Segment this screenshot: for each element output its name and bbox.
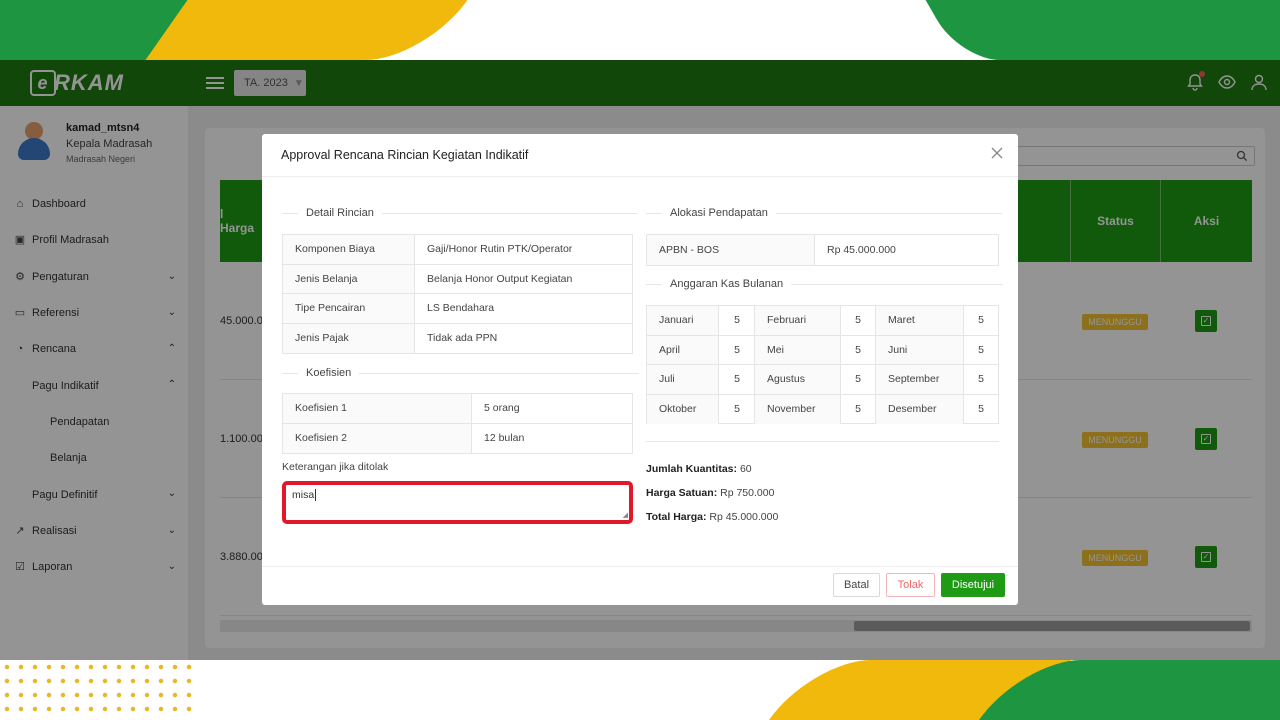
section-detail-rincian: Detail Rincian <box>282 207 637 219</box>
approval-modal: Approval Rencana Rincian Kegiatan Indika… <box>262 134 1018 605</box>
month-value: 5 <box>841 394 876 424</box>
month-name: September <box>876 365 964 394</box>
month-value: 5 <box>978 403 984 416</box>
month-value: 5 <box>978 343 984 356</box>
month-value: 5 <box>719 365 755 394</box>
detail-rincian-table: Komponen Biaya Gaji/Honor Rutin PTK/Opera… <box>282 234 633 354</box>
koefisien-row: Koefisien 2 12 bulan <box>283 423 632 453</box>
month-name: April <box>647 335 719 364</box>
modal-title: Approval Rencana Rincian Kegiatan Indika… <box>281 148 529 162</box>
monthly-budget-grid: Januari 5 Februari 5 Maret 5 April 5 Mei… <box>646 305 999 424</box>
modal-footer-divider <box>262 566 1018 567</box>
section-alokasi-pendapatan: Alokasi Pendapatan <box>646 207 1002 219</box>
koefisien-table: Koefisien 15 orang Koefisien 2 12 bulan <box>282 393 633 454</box>
close-icon[interactable] <box>990 146 1004 160</box>
decorative-top-banner <box>0 0 1280 60</box>
month-value: 5 <box>719 335 755 364</box>
cancel-button[interactable]: Batal <box>833 573 880 597</box>
detail-row: Jenis Belanja Belanja Honor Output Kegiat… <box>283 264 632 294</box>
month-value: 5 <box>719 394 755 424</box>
month-name: Maret <box>876 306 964 335</box>
section-koefisien: Koefisien <box>282 367 640 379</box>
rejection-note-textarea[interactable]: misa ◢ <box>282 481 633 524</box>
detail-row: Komponen Biaya Gaji/Honor Rutin PTK/Opera… <box>283 235 632 265</box>
month-name: Juli <box>647 365 719 394</box>
month-value: 5 <box>841 365 876 394</box>
month-value: 5 <box>841 306 876 335</box>
rejection-note-label: Keterangan jika ditolak <box>282 461 389 473</box>
detail-row: Tipe Pencairan LS Bendahara <box>283 294 632 324</box>
month-name: Januari <box>647 306 719 335</box>
month-value: 5 <box>841 335 876 364</box>
summary-divider <box>646 441 999 442</box>
section-anggaran-kas-bulanan: Anggaran Kas Bulanan <box>646 278 1004 290</box>
summary-unit-price: Harga Satuan: Rp 750.000 <box>646 487 775 499</box>
approve-button[interactable]: Disetujui <box>941 573 1005 597</box>
month-row: Januari 5 Februari 5 Maret 5 <box>647 306 998 336</box>
month-value: 5 <box>978 373 984 386</box>
month-row: April 5 Mei 5 Juni 5 <box>647 335 998 365</box>
alokasi-table: APBN - BOS Rp 45.000.000 <box>646 234 999 266</box>
summary-total-price: Total Harga: Rp 45.000.000 <box>646 511 779 523</box>
month-row: Oktober 5 November 5 Desember 5 <box>647 394 998 424</box>
month-name: Mei <box>755 335 841 364</box>
month-name: November <box>755 394 841 424</box>
month-name: Oktober <box>647 394 719 424</box>
month-name: Juni <box>876 335 964 364</box>
summary-quantity: Jumlah Kuantitas: 60 <box>646 463 752 475</box>
koefisien-row: Koefisien 15 orang <box>283 394 632 424</box>
resize-handle-icon[interactable]: ◢ <box>623 511 628 519</box>
modal-header-divider <box>262 176 1018 177</box>
month-value: 5 <box>978 314 984 327</box>
month-row: Juli 5 Agustus 5 September 5 <box>647 365 998 395</box>
month-value: 5 <box>719 306 755 335</box>
reject-button[interactable]: Tolak <box>886 573 935 597</box>
month-name: Desember <box>876 394 964 424</box>
decorative-bottom-banner <box>0 660 1280 720</box>
detail-row: Jenis Pajak Tidak ada PPN <box>283 323 632 353</box>
month-name: Februari <box>755 306 841 335</box>
month-name: Agustus <box>755 365 841 394</box>
alokasi-row: APBN - BOS Rp 45.000.000 <box>647 235 998 265</box>
